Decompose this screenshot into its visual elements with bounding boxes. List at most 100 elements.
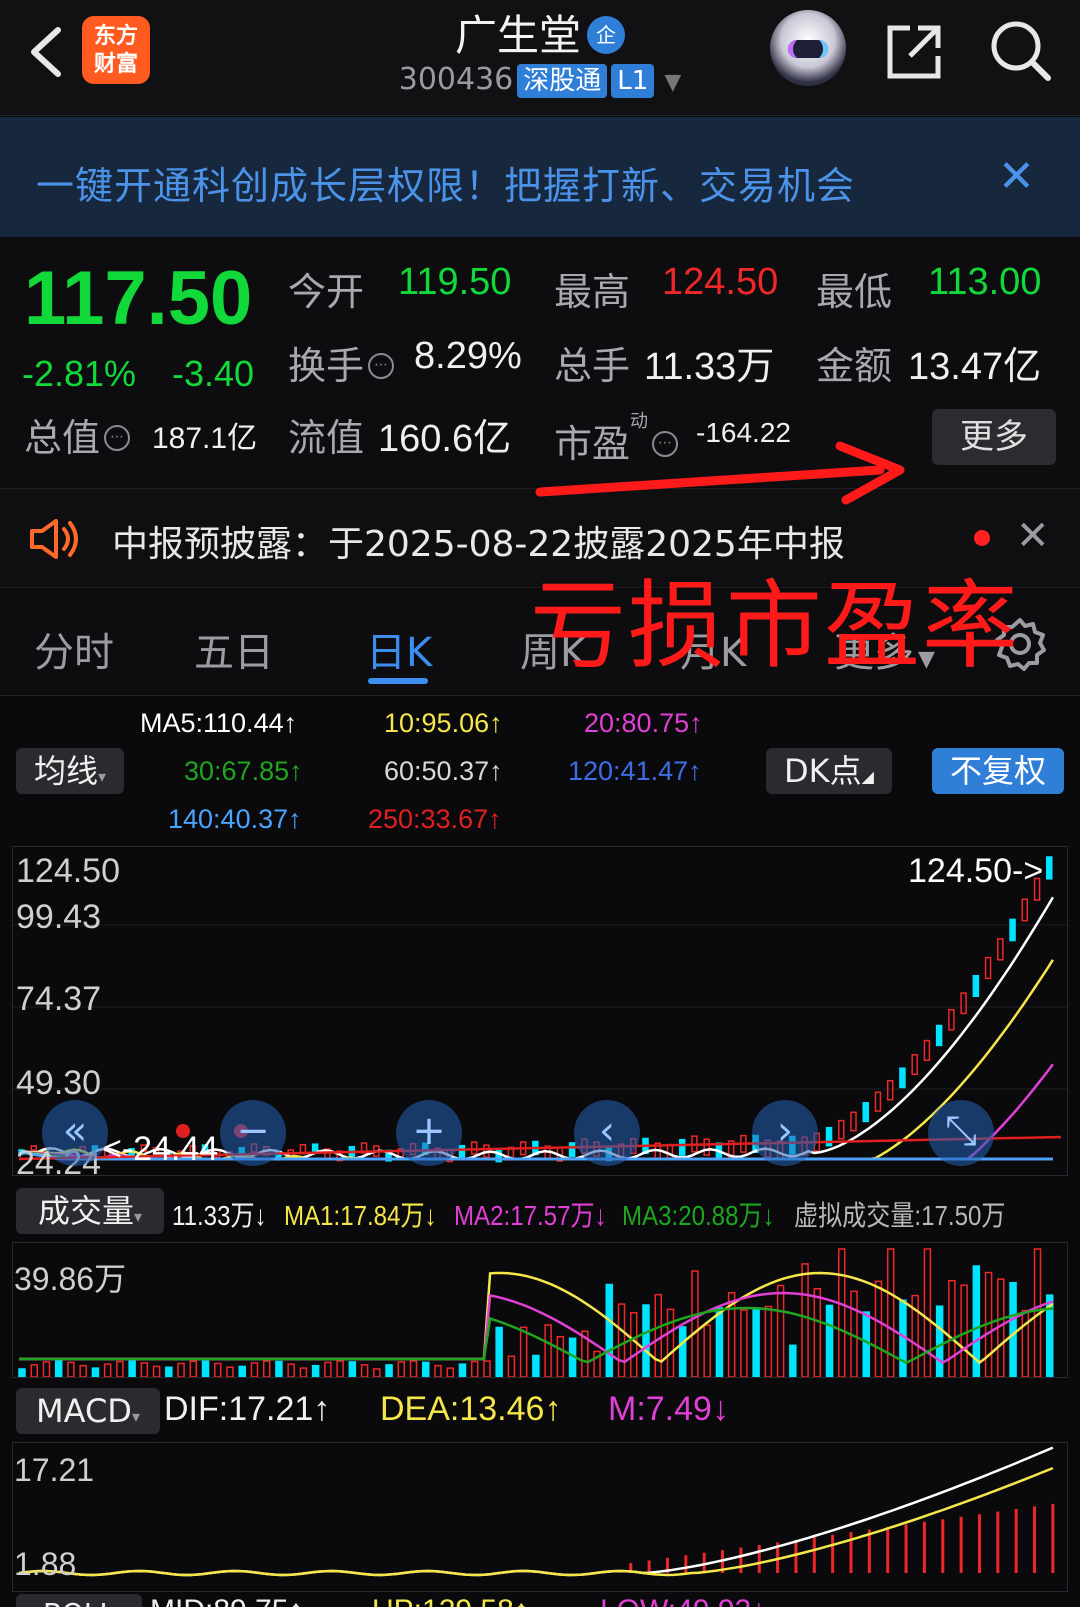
volume-bar (544, 1324, 552, 1377)
scroll-left-fast-icon[interactable]: « (42, 1100, 108, 1166)
volume-bar (91, 1367, 100, 1377)
dk-point-button[interactable]: DK点◢ (766, 748, 892, 794)
candle (850, 1111, 857, 1132)
volume-bar (103, 1363, 112, 1377)
boll-up: UP:129.58↑ (372, 1594, 529, 1607)
change-amount: -3.40 (172, 353, 255, 394)
volume-bar (42, 1361, 51, 1377)
volume-bar (1009, 1281, 1017, 1377)
ma-selector[interactable]: 均线▾ (16, 748, 124, 794)
more-button[interactable]: 更多 (932, 409, 1056, 465)
dropdown-caret-icon: ▼ (664, 70, 682, 95)
volume-value: 11.33万↓ (172, 1200, 267, 1231)
volume-y-max: 39.86万 (14, 1261, 127, 1297)
volume-ma1: MA1:17.84万↓ (284, 1200, 437, 1231)
volume-bar (458, 1363, 467, 1377)
scroll-left-icon[interactable]: ‹ (574, 1100, 640, 1166)
volume-bar (715, 1307, 724, 1377)
boll-low: LOW:49.92↓ (600, 1594, 766, 1607)
volume-bar (30, 1364, 38, 1377)
mktcap-label: 总值 ⋯ (24, 407, 131, 462)
high-value: 124.50 (662, 261, 779, 303)
stock-code: 300436 (398, 62, 514, 97)
volume-chart[interactable] (12, 1242, 1068, 1378)
promo-banner[interactable]: 一键开通科创成长层权限！把握打新、交易机会 ✕ (0, 117, 1080, 237)
volume-bar (311, 1364, 320, 1377)
boll-selector[interactable]: BOLL (16, 1594, 142, 1607)
volume-ma-line (19, 1306, 1054, 1365)
ma140-label: 140:40.37↑ (168, 804, 302, 834)
active-tab-indicator (368, 678, 428, 684)
volume-bar (116, 1360, 124, 1377)
volume-bar (348, 1361, 357, 1377)
ma250-label: 250:33.67↑ (368, 804, 502, 834)
stock-name: 广生堂 (454, 11, 581, 60)
turnover-label: 换手 ⋯ (288, 335, 395, 390)
kline-y-4: 49.30 (16, 1064, 102, 1102)
info-icon[interactable]: ⋯ (104, 425, 131, 451)
ma10-label: 10:95.06↑ (384, 708, 503, 738)
candle (1021, 898, 1029, 922)
zoom-out-icon[interactable]: − (220, 1100, 286, 1166)
scroll-right-icon[interactable]: › (752, 1100, 818, 1166)
virtual-volume: 虚拟成交量:17.50万 (794, 1200, 1006, 1231)
assistant-robot-icon[interactable] (770, 10, 846, 86)
no-adjust-button[interactable]: 不复权 (932, 748, 1064, 794)
kline-y-2: 99.43 (16, 898, 102, 936)
volume-ma3: MA3:20.88万↓ (622, 1200, 775, 1231)
volume-bar (299, 1367, 308, 1377)
candle (984, 956, 992, 980)
boll-mid: MID:89.75↑ (150, 1594, 303, 1607)
zoom-in-icon[interactable]: + (396, 1100, 462, 1166)
candle (972, 974, 980, 997)
ma30-label: 30:67.85↑ (184, 756, 303, 786)
volume-bar (214, 1362, 222, 1377)
volume-bar (630, 1311, 638, 1377)
open-label: 今开 (288, 270, 365, 314)
volume-bar (691, 1270, 699, 1377)
fullscreen-icon[interactable]: ⤡ (928, 1100, 994, 1166)
last-price: 117.50 (24, 256, 253, 341)
volume-bar (948, 1280, 956, 1377)
volume-bar (287, 1363, 295, 1377)
volume-bar (838, 1248, 846, 1377)
volume-bar (446, 1367, 454, 1377)
volume-bar (189, 1360, 198, 1377)
volume-bar (801, 1263, 809, 1377)
volume-bar (250, 1362, 259, 1377)
volume-bar (886, 1248, 895, 1377)
volume-bar (422, 1361, 430, 1377)
volume-bar (935, 1305, 944, 1377)
close-icon[interactable]: ✕ (998, 155, 1035, 199)
candle (470, 1141, 478, 1155)
close-icon[interactable]: ✕ (1016, 516, 1050, 556)
volume-bar (262, 1360, 271, 1377)
volume-bar (397, 1361, 406, 1377)
volume-bar (201, 1360, 210, 1377)
volume-bar (752, 1308, 760, 1377)
macd-chart[interactable] (12, 1442, 1068, 1592)
candle (568, 1142, 576, 1158)
enterprise-badge: 企 (587, 16, 625, 54)
volume-bar (385, 1364, 393, 1377)
volume-bar (177, 1362, 185, 1377)
volume-bar (617, 1303, 626, 1377)
candle (948, 1008, 955, 1031)
volume-bar (813, 1287, 822, 1377)
volume-bar (152, 1365, 161, 1377)
search-icon[interactable] (988, 18, 1052, 82)
volume-indicator-selector[interactable]: 成交量▾ (16, 1188, 164, 1234)
tab-intraday[interactable]: 分时 (34, 620, 114, 678)
info-icon[interactable]: ⋯ (368, 353, 395, 379)
tab-daily-k[interactable]: 日K (366, 620, 432, 678)
kline-chart[interactable] (12, 846, 1068, 1176)
tab-five-day[interactable]: 五日 (194, 620, 274, 678)
high-label: 最高 (554, 270, 631, 314)
volume-bar (165, 1366, 173, 1377)
ma-line (19, 896, 1054, 1161)
volume-bar (275, 1360, 283, 1377)
float-label: 流值 (288, 416, 365, 460)
macd-selector[interactable]: MACD▾ (16, 1388, 160, 1434)
candle (997, 938, 1004, 961)
share-icon[interactable] (884, 22, 944, 82)
